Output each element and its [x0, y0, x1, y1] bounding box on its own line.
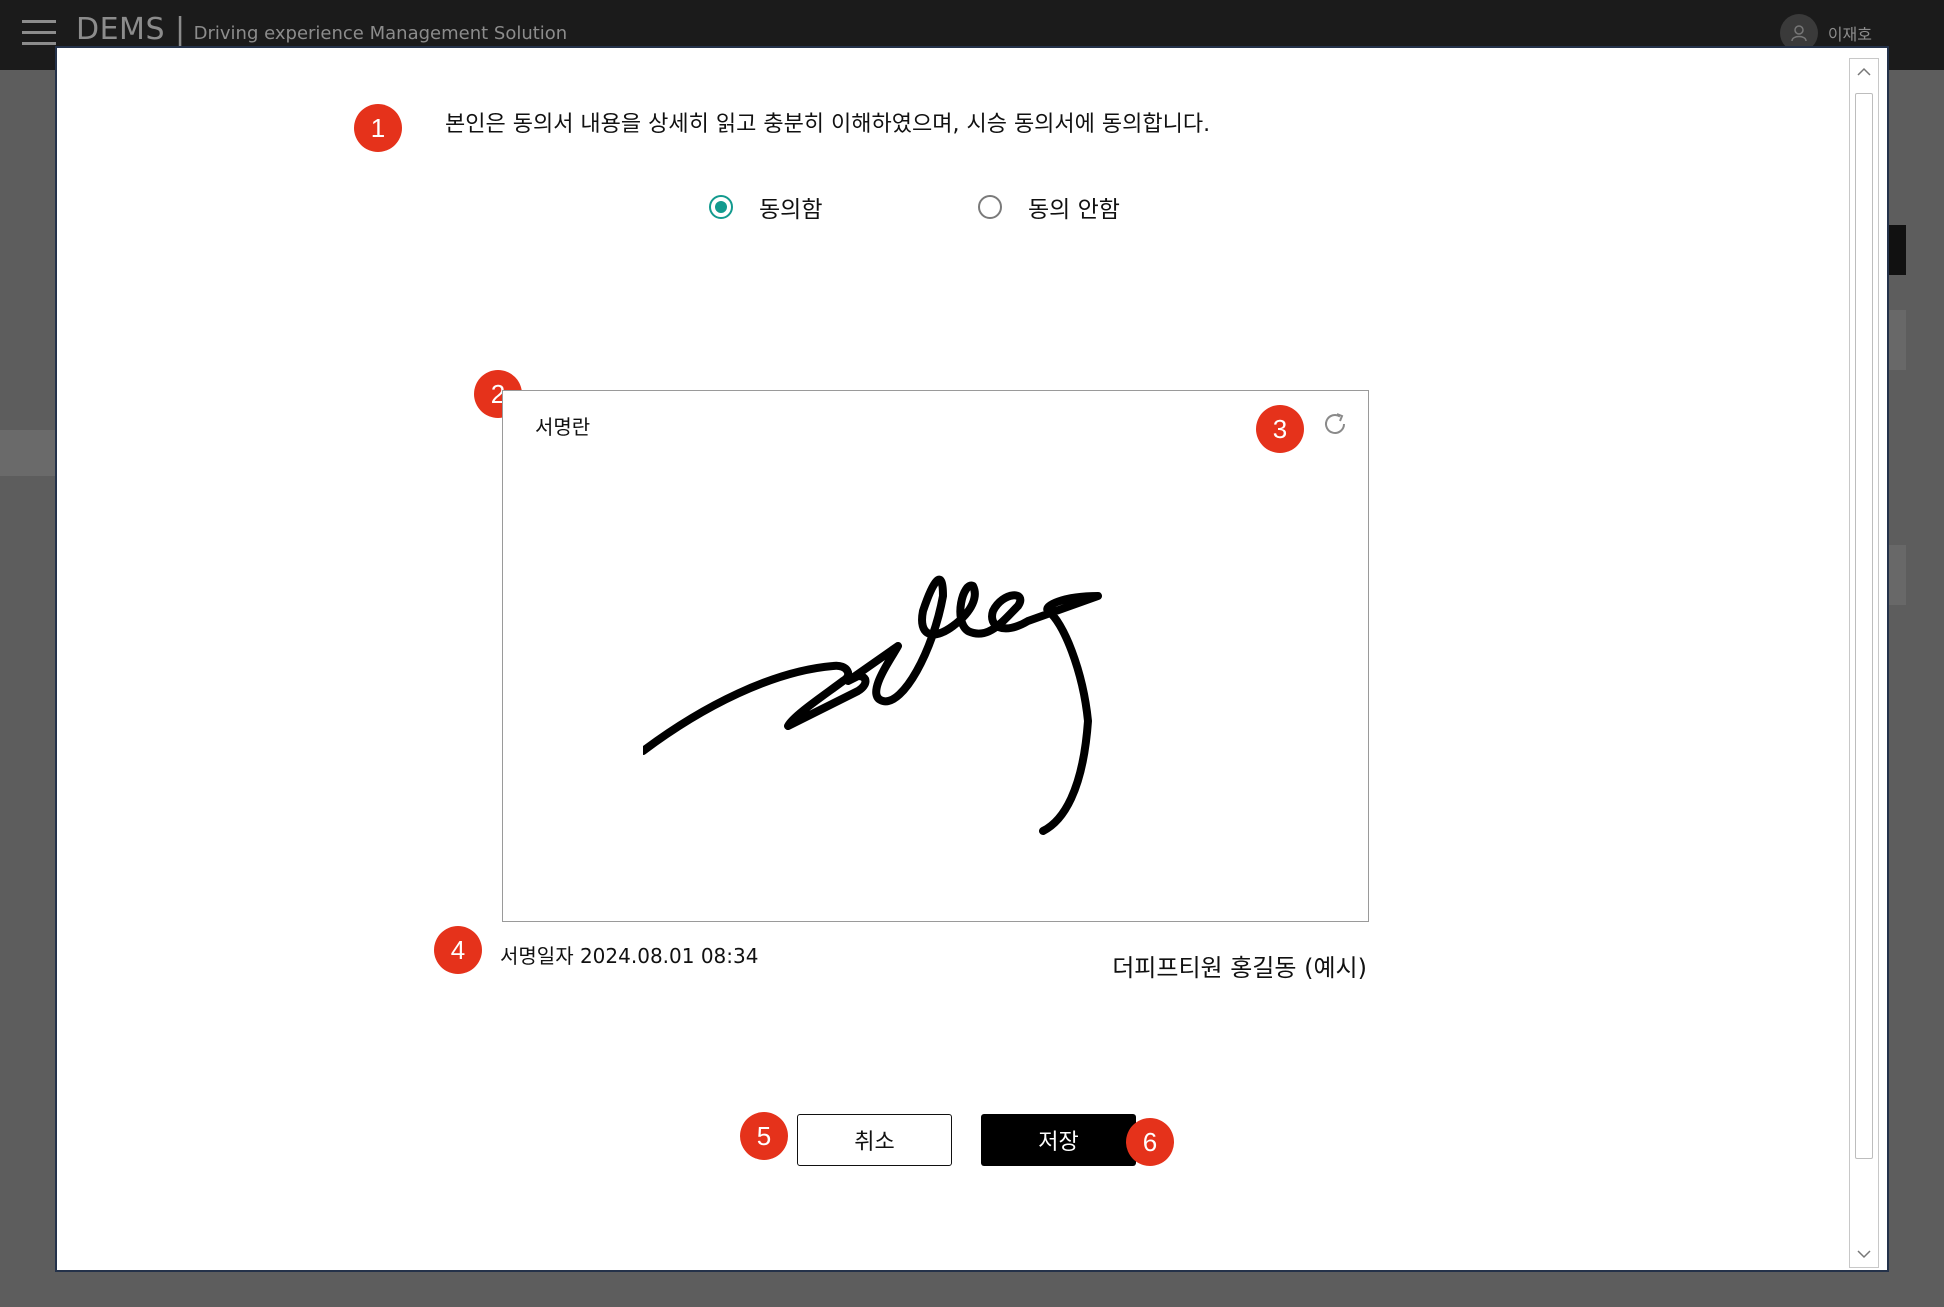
marker-5: 5 [740, 1112, 788, 1160]
marker-1: 1 [354, 104, 402, 152]
chevron-down-icon[interactable] [1850, 1241, 1878, 1267]
cancel-button[interactable]: 취소 [797, 1114, 952, 1166]
signer-name: 더피프티원 홍길동 (예시) [1112, 954, 1367, 982]
radio-disagree-label: 동의 안함 [1028, 197, 1120, 223]
signature-image [643, 575, 1102, 835]
background-row-highlight [0, 430, 60, 476]
background-row-edge [1888, 310, 1906, 370]
radio-agree-button[interactable] [709, 195, 733, 219]
user-name: 이재호 [1827, 25, 1872, 44]
brand-title: DEMS | [76, 12, 186, 47]
signature-label: 서명란 [535, 415, 591, 439]
menu-icon[interactable] [22, 20, 56, 46]
background-button-edge [1888, 225, 1906, 275]
marker-6: 6 [1126, 1118, 1174, 1166]
radio-agree-label: 동의함 [759, 197, 823, 223]
signature-pad[interactable]: 서명란 [502, 390, 1369, 922]
marker-4: 4 [434, 926, 482, 974]
save-button[interactable]: 저장 [981, 1114, 1136, 1166]
vertical-scrollbar[interactable] [1849, 58, 1879, 1268]
brand-logo: DEMS | Driving experience Management Solu… [76, 12, 567, 47]
radio-disagree[interactable]: 동의 안함 [978, 190, 1120, 224]
background-row-edge [1888, 545, 1906, 605]
marker-3: 3 [1256, 405, 1304, 453]
radio-disagree-button[interactable] [978, 195, 1002, 219]
scrollbar-thumb[interactable] [1855, 93, 1873, 1159]
consent-signature-modal: 1 본인은 동의서 내용을 상세히 읽고 충분히 이해하였으며, 시승 동의서에… [55, 46, 1889, 1272]
consent-text: 본인은 동의서 내용을 상세히 읽고 충분히 이해하였으며, 시승 동의서에 동… [445, 112, 1211, 137]
chevron-up-icon[interactable] [1850, 59, 1878, 85]
brand-subtitle: Driving experience Management Solution [193, 23, 568, 44]
radio-agree[interactable]: 동의함 [709, 190, 822, 224]
signature-date: 서명일자 2024.08.01 08:34 [500, 944, 759, 968]
refresh-icon[interactable] [1320, 409, 1350, 439]
